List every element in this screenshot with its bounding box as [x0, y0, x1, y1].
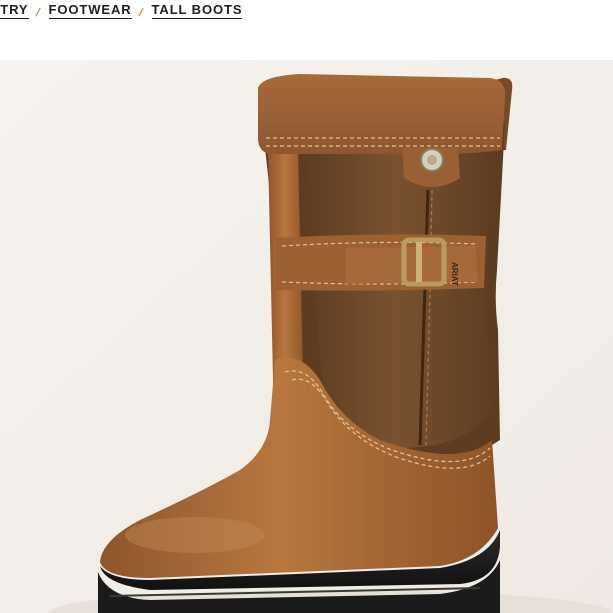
product-page: NTRY / FOOTWEAR / TALL BOOTS	[0, 0, 613, 613]
breadcrumb-item-footwear[interactable]: FOOTWEAR	[48, 0, 132, 19]
breadcrumb: NTRY / FOOTWEAR / TALL BOOTS	[0, 0, 243, 22]
buckle-brand-text: ARIAT	[450, 262, 459, 286]
breadcrumb-item-country[interactable]: NTRY	[0, 0, 29, 19]
breadcrumb-item-tall-boots[interactable]: TALL BOOTS	[151, 0, 243, 19]
boot-illustration: ARIAT	[0, 60, 613, 613]
product-image[interactable]: ARIAT	[0, 60, 613, 613]
